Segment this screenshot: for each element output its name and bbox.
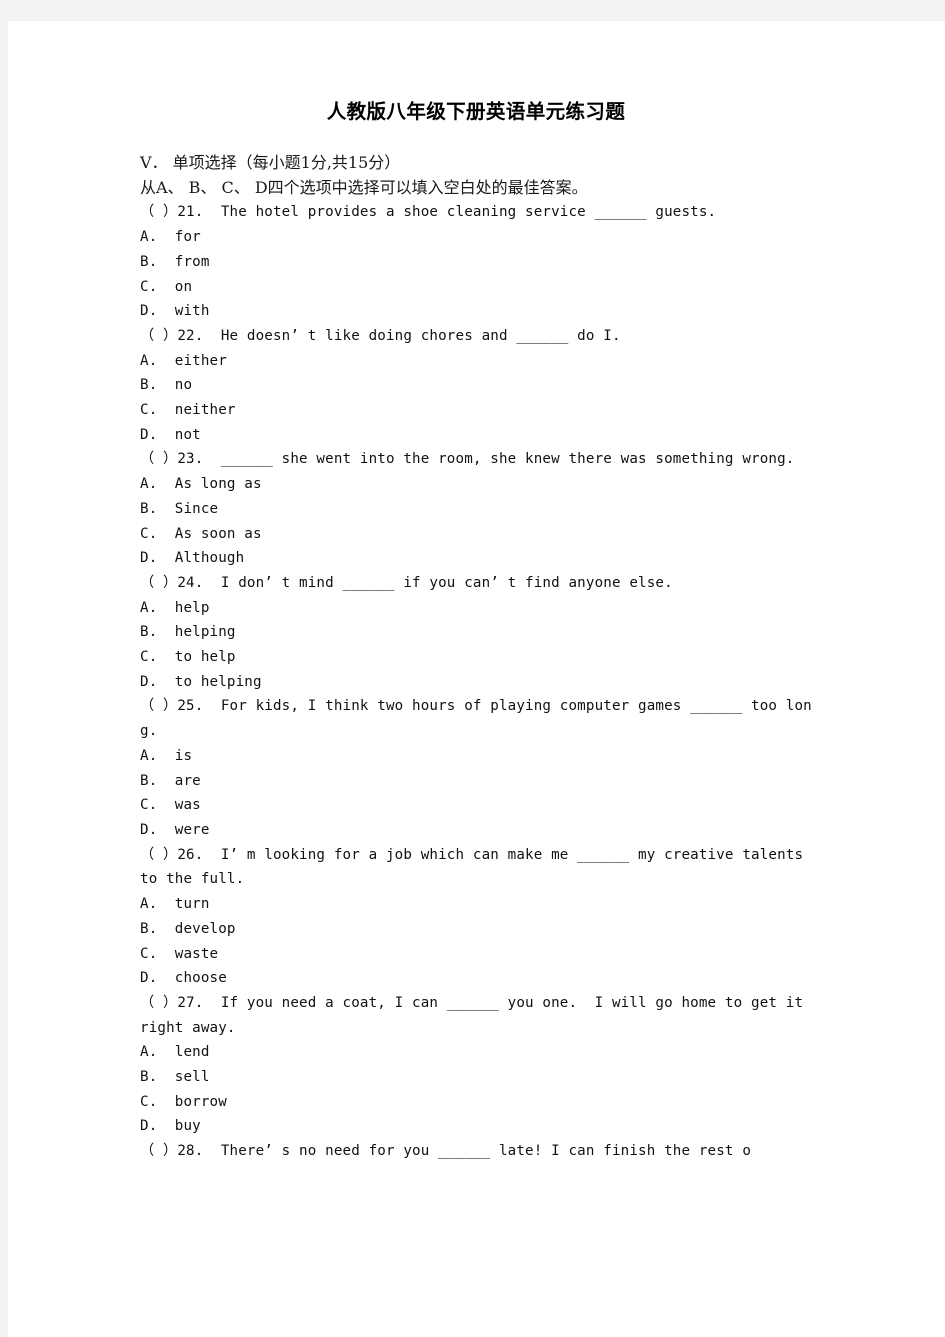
question-option: C. As soon as: [140, 525, 262, 542]
page-title: 人教版八年级下册英语单元练习题: [326, 100, 626, 123]
section-heading: Ⅴ． 单项选择（每小题1分,共15分）: [140, 153, 401, 172]
question-option: D. buy: [140, 1118, 201, 1135]
question-option: B. no: [140, 377, 193, 394]
question-option: A. either: [140, 352, 227, 369]
question-option: B. sell: [140, 1069, 210, 1086]
question-option: B. develop: [140, 920, 236, 937]
question-option: C. to help: [140, 649, 236, 666]
question-stem: （ ）21. The hotel provides a shoe cleanin…: [140, 204, 717, 221]
question-option: A. help: [140, 599, 210, 616]
question-option: A. lend: [140, 1044, 210, 1061]
question-option: C. waste: [140, 945, 219, 962]
question-option: A. for: [140, 229, 201, 246]
question-option: D. with: [140, 303, 210, 320]
question-stem: （ ）24. I don’ t mind ______ if you can’ …: [140, 574, 673, 591]
question-option: C. neither: [140, 402, 236, 419]
document-page: 人教版八年级下册英语单元练习题 Ⅴ． 单项选择（每小题1分,共15分） 从A、 …: [8, 21, 945, 1337]
question-option: C. on: [140, 278, 193, 295]
section-instruction: 从A、 B、 C、 D四个选项中选择可以填入空白处的最佳答案。: [140, 177, 588, 197]
document-content: 人教版八年级下册英语单元练习题 Ⅴ． 单项选择（每小题1分,共15分） 从A、 …: [140, 99, 812, 1164]
question-option: A. is: [140, 747, 193, 764]
question-option: B. are: [140, 772, 201, 789]
question-option: B. from: [140, 253, 210, 270]
question-option: D. not: [140, 426, 201, 443]
question-stem: （ ）25. For kids, I think two hours of pl…: [140, 698, 812, 740]
question-option: D. to helping: [140, 673, 262, 690]
question-option: B. Since: [140, 500, 219, 517]
question-stem: （ ）23. ______ she went into the room, sh…: [140, 451, 795, 468]
question-option: B. helping: [140, 624, 236, 641]
question-option: D. were: [140, 821, 210, 838]
question-option: D. choose: [140, 970, 227, 987]
question-stem: （ ）26. I’ m looking for a job which can …: [140, 846, 812, 888]
question-stem: （ ）22. He doesn’ t like doing chores and…: [140, 327, 621, 344]
question-option: D. Although: [140, 550, 245, 567]
question-option: A. As long as: [140, 476, 262, 493]
question-stem: （ ）27. If you need a coat, I can ______ …: [140, 994, 812, 1036]
question-stem: （ ）28. There’ s no need for you ______ l…: [140, 1143, 752, 1160]
question-option: C. was: [140, 797, 201, 814]
question-option: C. borrow: [140, 1093, 227, 1110]
question-option: A. turn: [140, 896, 210, 913]
